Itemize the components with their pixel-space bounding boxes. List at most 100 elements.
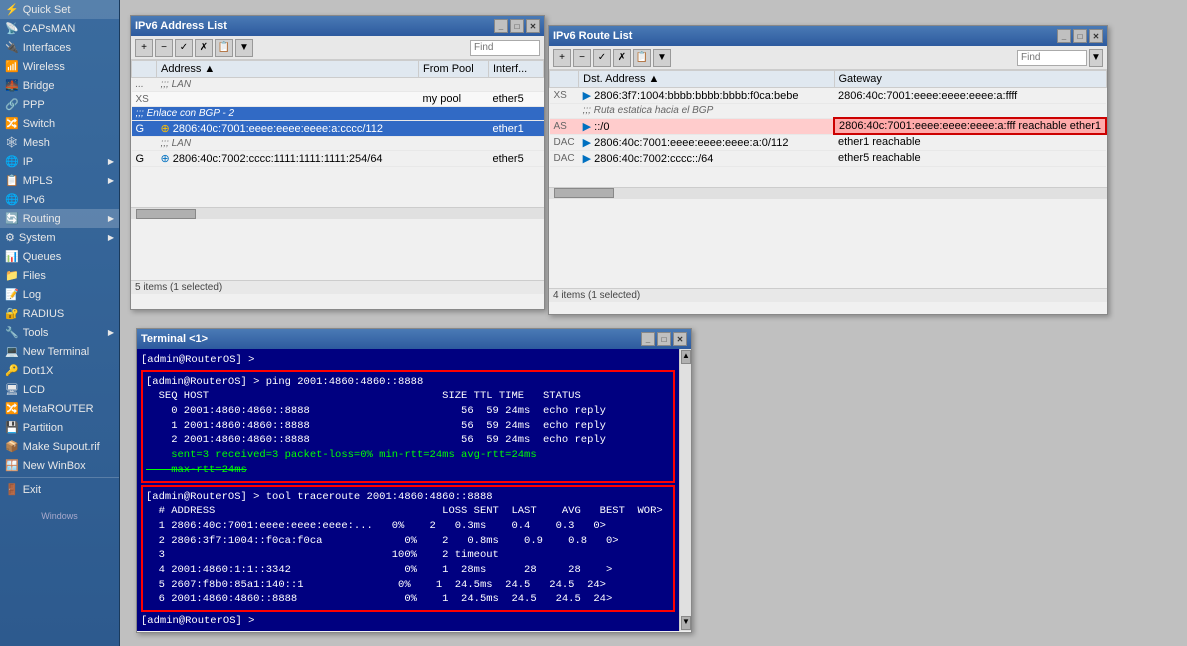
sidebar-item-new-terminal[interactable]: 💻 New Terminal bbox=[0, 342, 119, 361]
filter-button[interactable]: ▼ bbox=[235, 39, 253, 57]
sidebar-item-mesh[interactable]: 🕸 Mesh bbox=[0, 133, 119, 152]
sidebar-item-radius[interactable]: 🔐 RADIUS bbox=[0, 304, 119, 323]
sidebar-item-dot1x[interactable]: 🔑 Dot1X bbox=[0, 361, 119, 380]
sidebar-item-interfaces[interactable]: 🔌 Interfaces bbox=[0, 38, 119, 57]
terminal-content[interactable]: [admin@RouterOS] > [admin@RouterOS] > pi… bbox=[137, 349, 679, 631]
table-row[interactable]: XS my pool ether5 bbox=[132, 92, 544, 107]
sidebar-item-bridge[interactable]: 🌉 Bridge bbox=[0, 76, 119, 95]
exit-icon: 🚪 bbox=[5, 483, 19, 496]
sidebar-item-metarouter[interactable]: 🔀 MetaROUTER bbox=[0, 399, 119, 418]
copy-button[interactable]: 📋 bbox=[215, 39, 233, 57]
sidebar-item-capsman[interactable]: 📡 CAPsMAN bbox=[0, 19, 119, 38]
col-gateway[interactable]: Gateway bbox=[834, 71, 1106, 88]
row-dst: ▶ ::/0 bbox=[579, 118, 834, 134]
route-dropdown-button[interactable]: ▼ bbox=[1089, 49, 1103, 67]
remove-button[interactable]: − bbox=[155, 39, 173, 57]
table-row[interactable]: DAC ▶ 2806:40c:7001:eeee:eeee:eeee:a:0/1… bbox=[550, 134, 1107, 150]
copy-route-button[interactable]: 📋 bbox=[633, 49, 651, 67]
sidebar-item-partition[interactable]: 💾 Partition bbox=[0, 418, 119, 437]
row-pool bbox=[419, 151, 489, 167]
sidebar-item-tools[interactable]: 🔧 Tools ▶ bbox=[0, 323, 119, 342]
table-row[interactable]: ;;; Enlace con BGP - 2 bbox=[132, 107, 544, 121]
sidebar-item-queues[interactable]: 📊 Queues bbox=[0, 247, 119, 266]
empty-space-route bbox=[549, 167, 1107, 187]
cross-route-button[interactable]: ✗ bbox=[613, 49, 631, 67]
address-search-input[interactable] bbox=[470, 40, 540, 56]
route-scroll-thumb[interactable] bbox=[554, 188, 614, 198]
ping-stat1: sent=3 received=3 packet-loss=0% min-rtt… bbox=[146, 448, 670, 463]
sidebar-item-wireless[interactable]: 📶 Wireless bbox=[0, 57, 119, 76]
check-route-button[interactable]: ✓ bbox=[593, 49, 611, 67]
terminal-vscrollbar[interactable]: ▲ ▼ bbox=[679, 349, 691, 631]
cross-button[interactable]: ✗ bbox=[195, 39, 213, 57]
terminal-maximize-button[interactable]: □ bbox=[657, 332, 671, 346]
sidebar-item-quick-set[interactable]: ⚡ Quick Set bbox=[0, 0, 119, 19]
radius-icon: 🔐 bbox=[5, 307, 19, 320]
check-button[interactable]: ✓ bbox=[175, 39, 193, 57]
table-row[interactable]: G ⊕ 2806:40c:7002:cccc:1111:1111:1111:25… bbox=[132, 151, 544, 167]
sidebar-item-exit[interactable]: 🚪 Exit bbox=[0, 480, 119, 499]
table-row[interactable]: DAC ▶ 2806:40c:7002:cccc::/64 ether5 rea… bbox=[550, 150, 1107, 166]
ipv6-route-list-titlebar[interactable]: IPv6 Route List _ □ ✕ bbox=[549, 26, 1107, 46]
sidebar-label-radius: RADIUS bbox=[23, 308, 65, 320]
row-gateway: ether1 reachable bbox=[834, 134, 1106, 150]
route-search-input[interactable] bbox=[1017, 50, 1087, 66]
add-button[interactable]: + bbox=[135, 39, 153, 57]
terminal-minimize-button[interactable]: _ bbox=[641, 332, 655, 346]
terminal-prompt-line[interactable]: [admin@RouterOS] > bbox=[141, 614, 675, 629]
ipv6-address-list-title: IPv6 Address List bbox=[135, 20, 227, 32]
window-controls-route: _ □ ✕ bbox=[1057, 29, 1103, 43]
table-row[interactable]: G ⊕ 2806:40c:7001:eeee:eeee:eeee:a:cccc/… bbox=[132, 121, 544, 137]
sidebar-item-routing[interactable]: 🔄 Routing ▶ bbox=[0, 209, 119, 228]
scroll-up-button[interactable]: ▲ bbox=[681, 350, 691, 364]
row-dst: ▶ 2806:3f7:1004:bbbb:bbbb:bbbb:f0ca:bebe bbox=[579, 88, 834, 104]
sidebar-item-mpls[interactable]: 📋 MPLS ▶ bbox=[0, 171, 119, 190]
filter-route-button[interactable]: ▼ bbox=[653, 49, 671, 67]
minimize-button[interactable]: _ bbox=[494, 19, 508, 33]
metarouter-icon: 🔀 bbox=[5, 402, 19, 415]
scroll-thumb[interactable] bbox=[136, 209, 196, 219]
winbox-label: Windows bbox=[0, 507, 119, 525]
close-button-route[interactable]: ✕ bbox=[1089, 29, 1103, 43]
sidebar-item-ip[interactable]: 🌐 IP ▶ bbox=[0, 152, 119, 171]
sidebar-item-switch[interactable]: 🔀 Switch bbox=[0, 114, 119, 133]
sidebar-label-queues: Queues bbox=[23, 251, 62, 263]
sidebar-label-mesh: Mesh bbox=[23, 137, 50, 149]
row-interface: ether1 bbox=[489, 121, 544, 137]
col-interface[interactable]: Interf... bbox=[489, 61, 544, 78]
col-dst-address[interactable]: Dst. Address ▲ bbox=[579, 71, 834, 88]
horizontal-scrollbar[interactable] bbox=[131, 207, 544, 219]
bridge-icon: 🌉 bbox=[5, 79, 19, 92]
table-row[interactable]: AS ▶ ::/0 2806:40c:7001:eeee:eeee:eeee:a… bbox=[550, 118, 1107, 134]
scroll-down-button[interactable]: ▼ bbox=[681, 616, 691, 630]
sidebar-label-partition: Partition bbox=[23, 422, 63, 434]
ping-stat2: max-rtt=24ms bbox=[146, 463, 670, 478]
sidebar-item-lcd[interactable]: 🖥 LCD bbox=[0, 380, 119, 399]
col-address[interactable]: Address ▲ bbox=[157, 61, 419, 78]
sidebar-item-new-winbox[interactable]: 🪟 New WinBox bbox=[0, 456, 119, 475]
close-button[interactable]: ✕ bbox=[526, 19, 540, 33]
ipv6-address-list-titlebar[interactable]: IPv6 Address List _ □ ✕ bbox=[131, 16, 544, 36]
row-flags bbox=[550, 104, 579, 119]
sidebar-item-files[interactable]: 📁 Files bbox=[0, 266, 119, 285]
queues-icon: 📊 bbox=[5, 250, 19, 263]
sidebar-item-system[interactable]: ⚙ System ▶ bbox=[0, 228, 119, 247]
sidebar-item-ppp[interactable]: 🔗 PPP bbox=[0, 95, 119, 114]
maximize-button-route[interactable]: □ bbox=[1073, 29, 1087, 43]
remove-route-button[interactable]: − bbox=[573, 49, 591, 67]
sidebar-item-log[interactable]: 📝 Log bbox=[0, 285, 119, 304]
sidebar-divider bbox=[0, 477, 119, 478]
table-row[interactable]: XS ▶ 2806:3f7:1004:bbbb:bbbb:bbbb:f0ca:b… bbox=[550, 88, 1107, 104]
terminal-titlebar[interactable]: Terminal <1> _ □ ✕ bbox=[137, 329, 691, 349]
minimize-button-route[interactable]: _ bbox=[1057, 29, 1071, 43]
col-from-pool[interactable]: From Pool bbox=[419, 61, 489, 78]
col-flags bbox=[132, 61, 157, 78]
sidebar-item-ipv6[interactable]: 🌐 IPv6 bbox=[0, 190, 119, 209]
sidebar-item-make-supout[interactable]: 📦 Make Supout.rif bbox=[0, 437, 119, 456]
add-route-button[interactable]: + bbox=[553, 49, 571, 67]
terminal-close-button[interactable]: ✕ bbox=[673, 332, 687, 346]
mesh-icon: 🕸 bbox=[5, 136, 19, 149]
maximize-button[interactable]: □ bbox=[510, 19, 524, 33]
sidebar-label-make-supout: Make Supout.rif bbox=[23, 441, 100, 453]
route-horizontal-scrollbar[interactable] bbox=[549, 187, 1107, 199]
